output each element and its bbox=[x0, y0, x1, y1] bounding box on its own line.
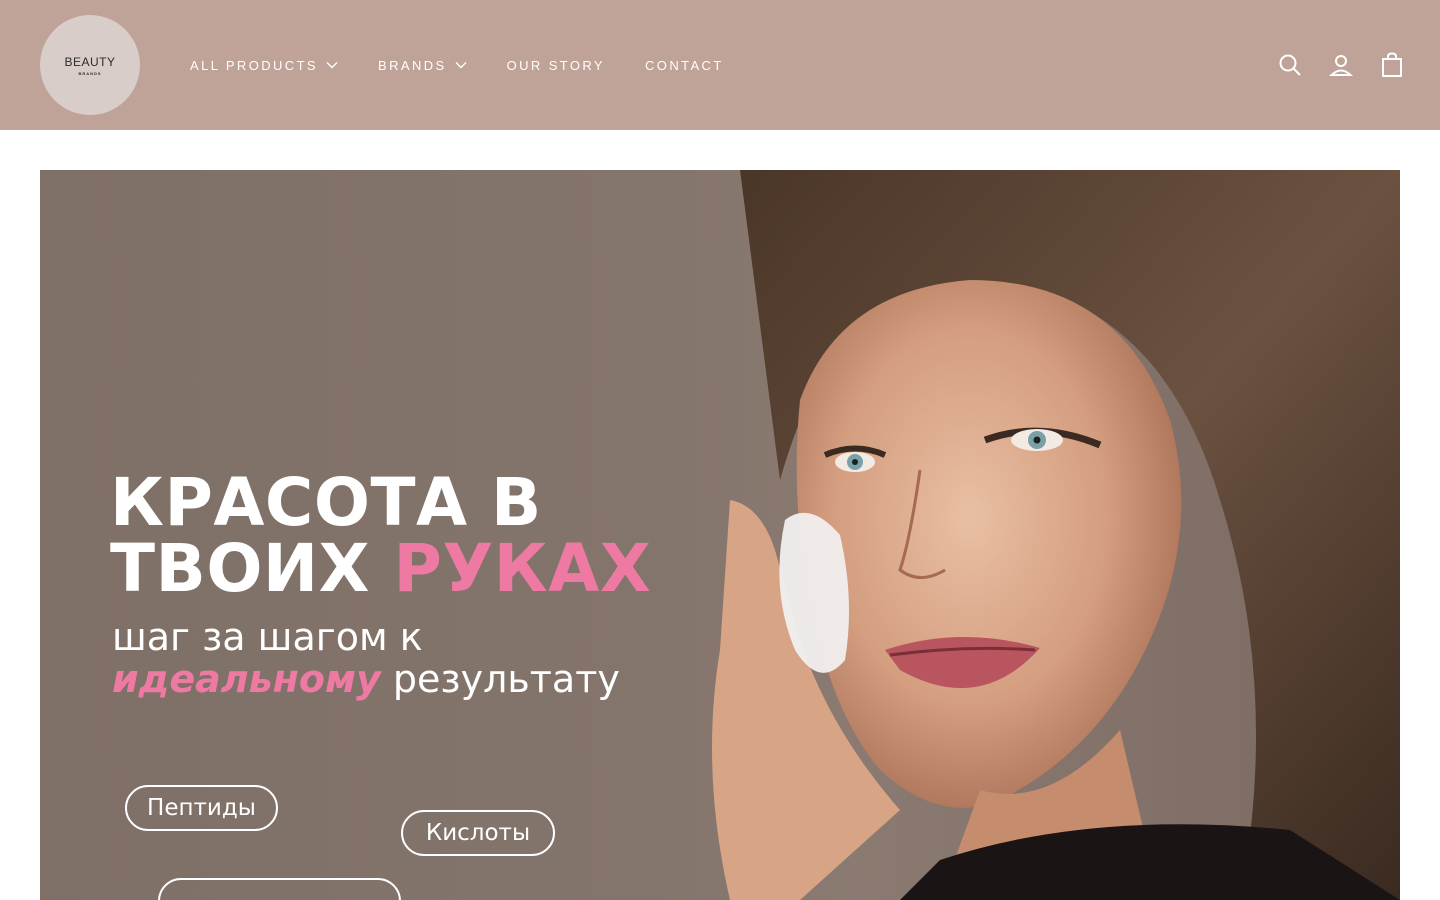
subline-line1: шаг за шагом к bbox=[112, 615, 423, 659]
nav-our-story[interactable]: OUR STORY bbox=[507, 58, 605, 73]
pill-partial bbox=[158, 878, 401, 900]
headline-line2: ТВОИХ РУКАХ bbox=[110, 536, 651, 602]
chevron-down-icon bbox=[326, 62, 338, 69]
brand-logo[interactable]: BEAUTY BRANDS bbox=[40, 15, 140, 115]
search-icon bbox=[1279, 54, 1301, 76]
nav-our-story-label: OUR STORY bbox=[506, 57, 606, 73]
nav-brands[interactable]: BRANDS bbox=[378, 58, 467, 73]
cart-button[interactable] bbox=[1374, 47, 1410, 83]
search-button[interactable] bbox=[1272, 47, 1308, 83]
account-button[interactable] bbox=[1323, 47, 1359, 83]
cart-icon bbox=[1382, 52, 1402, 77]
subline-rest: результату bbox=[392, 657, 620, 701]
hero-subline: шаг за шагом к идеальному результату bbox=[112, 616, 620, 700]
pill-peptides-label: Пептиды bbox=[147, 795, 256, 821]
hero-banner[interactable]: КРАСОТА В ТВОИХ РУКАХ шаг за шагом к иде… bbox=[40, 170, 1400, 900]
site-header: BEAUTY BRANDS ALL PRODUCTS BRANDS OUR ST… bbox=[0, 0, 1440, 130]
pill-acids: Кислоты bbox=[401, 810, 555, 856]
chevron-down-icon bbox=[455, 62, 467, 69]
subline-line2: идеальному результату bbox=[112, 658, 620, 700]
hero-headline: КРАСОТА В ТВОИХ РУКАХ bbox=[110, 470, 651, 602]
headline-line1: КРАСОТА В bbox=[110, 464, 542, 541]
pill-peptides: Пептиды bbox=[125, 785, 278, 831]
logo-subtext: BRANDS bbox=[78, 70, 102, 76]
headline-pink: РУКАХ bbox=[393, 530, 652, 607]
subline-emphasis: идеальному bbox=[112, 657, 381, 701]
logo-text: BEAUTY bbox=[64, 54, 116, 69]
nav-brands-label: BRANDS bbox=[378, 57, 447, 73]
nav-contact-label: CONTACT bbox=[645, 57, 724, 73]
nav-all-products[interactable]: ALL PRODUCTS bbox=[190, 58, 338, 73]
nav-contact[interactable]: CONTACT bbox=[645, 58, 724, 73]
headline-white: ТВОИХ bbox=[110, 530, 371, 607]
account-icon bbox=[1329, 55, 1353, 76]
main-nav: ALL PRODUCTS BRANDS OUR STORY CONTACT bbox=[190, 0, 764, 130]
pill-acids-label: Кислоты bbox=[425, 820, 531, 846]
header-actions bbox=[1257, 47, 1410, 83]
nav-all-products-label: ALL PRODUCTS bbox=[190, 57, 319, 73]
